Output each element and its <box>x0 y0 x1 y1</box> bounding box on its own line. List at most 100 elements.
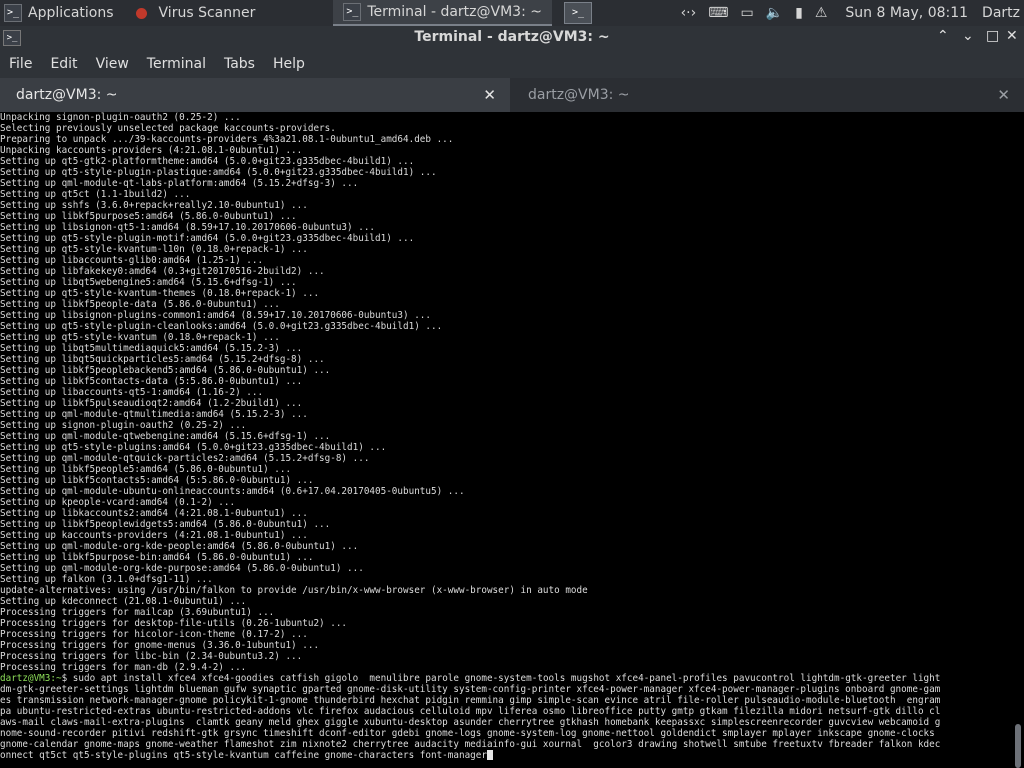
command-text: aws-mail claws-mail-extra-plugins clamtk… <box>0 717 941 728</box>
applications-menu[interactable]: >_ Applications <box>0 0 114 26</box>
terminal-line: Setting up qml-module-qt-labs-platform:a… <box>0 178 359 189</box>
command-line-wrap: pa ubuntu-restricted-extras ubuntu-restr… <box>0 706 1012 717</box>
system-tray: ‹·› ⌨ ▭ 🔈 ▮ ⚠ Sun 8 May, 08:11 Dartz <box>675 5 1024 21</box>
scrollbar-thumb[interactable] <box>1015 724 1021 768</box>
terminal-line: Processing triggers for gnome-menus (3.3… <box>0 640 320 651</box>
terminal-line: Setting up libkf5contacts5:amd64 (5:5.86… <box>0 475 314 486</box>
taskbar-virus-scanner-label: Virus Scanner <box>158 5 256 21</box>
virus-scanner-icon <box>135 7 147 19</box>
shell-prompt: dartz@VM3:~ <box>0 673 62 684</box>
terminal-launcher-icon[interactable]: >_ <box>563 2 592 24</box>
command-line-wrap: es transmission network-manager-gnome po… <box>0 695 1012 706</box>
terminal-line: Unpacking kaccounts-providers (4:21.08.1… <box>0 145 303 156</box>
terminal-line: Setting up signon-plugin-oauth2 (0.25-2)… <box>0 420 247 431</box>
volume-icon[interactable]: 🔈 <box>766 5 783 21</box>
terminal-line: Setting up qml-module-ubuntu-onlineaccou… <box>0 486 465 497</box>
command-line-wrap: gnome-calendar gnome-maps gnome-weather … <box>0 739 1012 750</box>
applications-label: Applications <box>28 5 114 21</box>
command-line-wrap: onnect qt5ct qt5-style-plugins qt5-style… <box>0 750 1012 761</box>
maximize-icon[interactable]: □ <box>986 28 999 44</box>
terminal-line: Setting up libfakekey0:amd64 (0.3+git201… <box>0 266 325 277</box>
menu-tabs[interactable]: Tabs <box>215 56 264 72</box>
menu-help[interactable]: Help <box>264 56 314 72</box>
command-line-wrap: aws-mail claws-mail-extra-plugins clamtk… <box>0 717 1012 728</box>
tab-bar: dartz@VM3: ~ ✕ dartz@VM3: ~ ✕ <box>0 78 1024 112</box>
command-text: onnect qt5ct qt5-style-plugins qt5-style… <box>0 750 487 761</box>
terminal-line: Preparing to unpack .../39-kaccounts-pro… <box>0 134 454 145</box>
command-line: dartz@VM3:~$ sudo apt install xfce4 xfce… <box>0 673 1012 684</box>
terminal-line: Setting up qt5-style-kvantum-themes (0.1… <box>0 288 320 299</box>
terminal-line: Processing triggers for desktop-file-uti… <box>0 618 348 629</box>
terminal-line: Setting up kaccounts-providers (4:21.08.… <box>0 530 308 541</box>
terminal-line: Setting up libkf5peoplewidgets5:amd64 (5… <box>0 519 331 530</box>
tab-1-close-icon[interactable]: ✕ <box>483 86 496 104</box>
tab-2-close-icon[interactable]: ✕ <box>997 86 1010 104</box>
terminal-line: Processing triggers for man-db (2.9.4-2)… <box>0 662 247 673</box>
unmaximize-icon[interactable]: ⌄ <box>962 28 974 44</box>
terminal-line: Setting up qml-module-org-kde-purpose:am… <box>0 563 364 574</box>
terminal-line: Setting up qt5-style-kvantum (0.18.0+rep… <box>0 332 280 343</box>
menu-view[interactable]: View <box>87 56 138 72</box>
terminal-line: Setting up qml-module-org-kde-people:amd… <box>0 541 359 552</box>
command-text: sudo apt install xfce4 xfce4-goodies cat… <box>72 673 941 684</box>
close-icon[interactable]: ✕ <box>1006 28 1018 44</box>
terminal-line: Setting up libkf5people-data (5.86.0-0ub… <box>0 299 280 310</box>
tab-1[interactable]: dartz@VM3: ~ ✕ <box>0 78 510 112</box>
terminal-line: Processing triggers for mailcap (3.69ubu… <box>0 607 275 618</box>
applications-icon: >_ <box>4 4 22 22</box>
terminal-line: Setting up qml-module-qtwebengine:amd64 … <box>0 431 331 442</box>
terminal-icon: >_ <box>343 3 362 21</box>
terminal-line: Setting up sshfs (3.6.0+repack+really2.1… <box>0 200 308 211</box>
tab-1-label: dartz@VM3: ~ <box>16 87 118 103</box>
terminal-line: Selecting previously unselected package … <box>0 123 336 134</box>
window-titlebar[interactable]: >_ Terminal - dartz@VM3: ~ ⌃ ⌄ □ ✕ <box>0 26 1024 50</box>
command-text: pa ubuntu-restricted-extras ubuntu-restr… <box>0 706 941 717</box>
taskbar-virus-scanner[interactable]: Virus Scanner <box>126 0 266 26</box>
terminal-output[interactable]: Unpacking signon-plugin-oauth2 (0.25-2) … <box>0 112 1012 768</box>
tab-2-label: dartz@VM3: ~ <box>528 87 630 103</box>
menu-file[interactable]: File <box>0 56 41 72</box>
battery-icon[interactable]: ▮ <box>795 5 803 21</box>
terminal-line: Setting up libkf5purpose-bin:amd64 (5.86… <box>0 552 314 563</box>
top-panel: >_ Applications Virus Scanner >_ Termina… <box>0 0 1024 26</box>
terminal-line: Setting up kdeconnect (21.08.1-0ubuntu1)… <box>0 596 247 607</box>
terminal-line: Setting up libkaccounts2:amd64 (4:21.08.… <box>0 508 308 519</box>
menu-edit[interactable]: Edit <box>41 56 86 72</box>
terminal-line: Setting up libaccounts-qt5-1:amd64 (1.16… <box>0 387 264 398</box>
clock[interactable]: Sun 8 May, 08:11 <box>845 5 968 21</box>
terminal-line: Processing triggers for hicolor-icon-the… <box>0 629 308 640</box>
terminal-line: Setting up libaccounts-glib0:amd64 (1.25… <box>0 255 264 266</box>
terminal-line: Setting up kpeople-vcard:amd64 (0.1-2) .… <box>0 497 236 508</box>
taskbar-terminal[interactable]: >_ Terminal - dartz@VM3: ~ <box>333 0 552 26</box>
terminal-line: Setting up libkf5pulseaudioqt2:amd64 (1.… <box>0 398 303 409</box>
user-menu[interactable]: Dartz <box>982 5 1020 21</box>
terminal-line: Setting up qt5-style-plugins:amd64 (5.0.… <box>0 442 387 453</box>
terminal-line: Setting up libkf5people5:amd64 (5.86.0-0… <box>0 464 292 475</box>
terminal-line: Setting up qt5-style-plugin-plastique:am… <box>0 167 437 178</box>
display-icon[interactable]: ▭ <box>740 5 753 21</box>
menu-terminal[interactable]: Terminal <box>138 56 215 72</box>
text-cursor <box>486 750 493 760</box>
terminal-line: Setting up libkf5purpose5:amd64 (5.86.0-… <box>0 211 297 222</box>
terminal-line: Setting up qt5-style-plugin-motif:amd64 … <box>0 233 415 244</box>
command-line-wrap: dm-gtk-greeter-settings lightdm blueman … <box>0 684 1012 695</box>
terminal-line: Setting up libsignon-qt5-1:amd64 (8.59+1… <box>0 222 376 233</box>
network-icon[interactable]: ‹·› <box>681 5 697 21</box>
menu-bar: File Edit View Terminal Tabs Help <box>0 50 1024 78</box>
terminal-line: Setting up qml-module-qtquick-particles2… <box>0 453 370 464</box>
notifications-icon[interactable]: ⚠ <box>815 5 828 21</box>
terminal-scrollbar[interactable] <box>1012 112 1024 768</box>
terminal-line: Setting up libsignon-plugins-common1:amd… <box>0 310 431 321</box>
terminal-line: Setting up qml-module-qtmultimedia:amd64… <box>0 409 308 420</box>
minimize-icon[interactable]: ⌃ <box>937 28 949 44</box>
tab-2[interactable]: dartz@VM3: ~ ✕ <box>512 78 1024 112</box>
terminal-line: Setting up libqt5quickparticles5:amd64 (… <box>0 354 325 365</box>
keyboard-icon[interactable]: ⌨ <box>708 5 728 21</box>
terminal-line: Setting up libkf5contacts-data (5:5.86.0… <box>0 376 303 387</box>
terminal-line: Unpacking signon-plugin-oauth2 (0.25-2) … <box>0 112 241 123</box>
command-text: es transmission network-manager-gnome po… <box>0 695 941 706</box>
command-line-wrap: nome-sound-recorder pitivi redshift-gtk … <box>0 728 1012 739</box>
terminal-line: Setting up libkf5peoplebackend5:amd64 (5… <box>0 365 331 376</box>
terminal-line: Setting up falkon (3.1.0+dfsg1-11) ... <box>0 574 213 585</box>
taskbar-terminal-label: Terminal - dartz@VM3: ~ <box>367 4 542 20</box>
